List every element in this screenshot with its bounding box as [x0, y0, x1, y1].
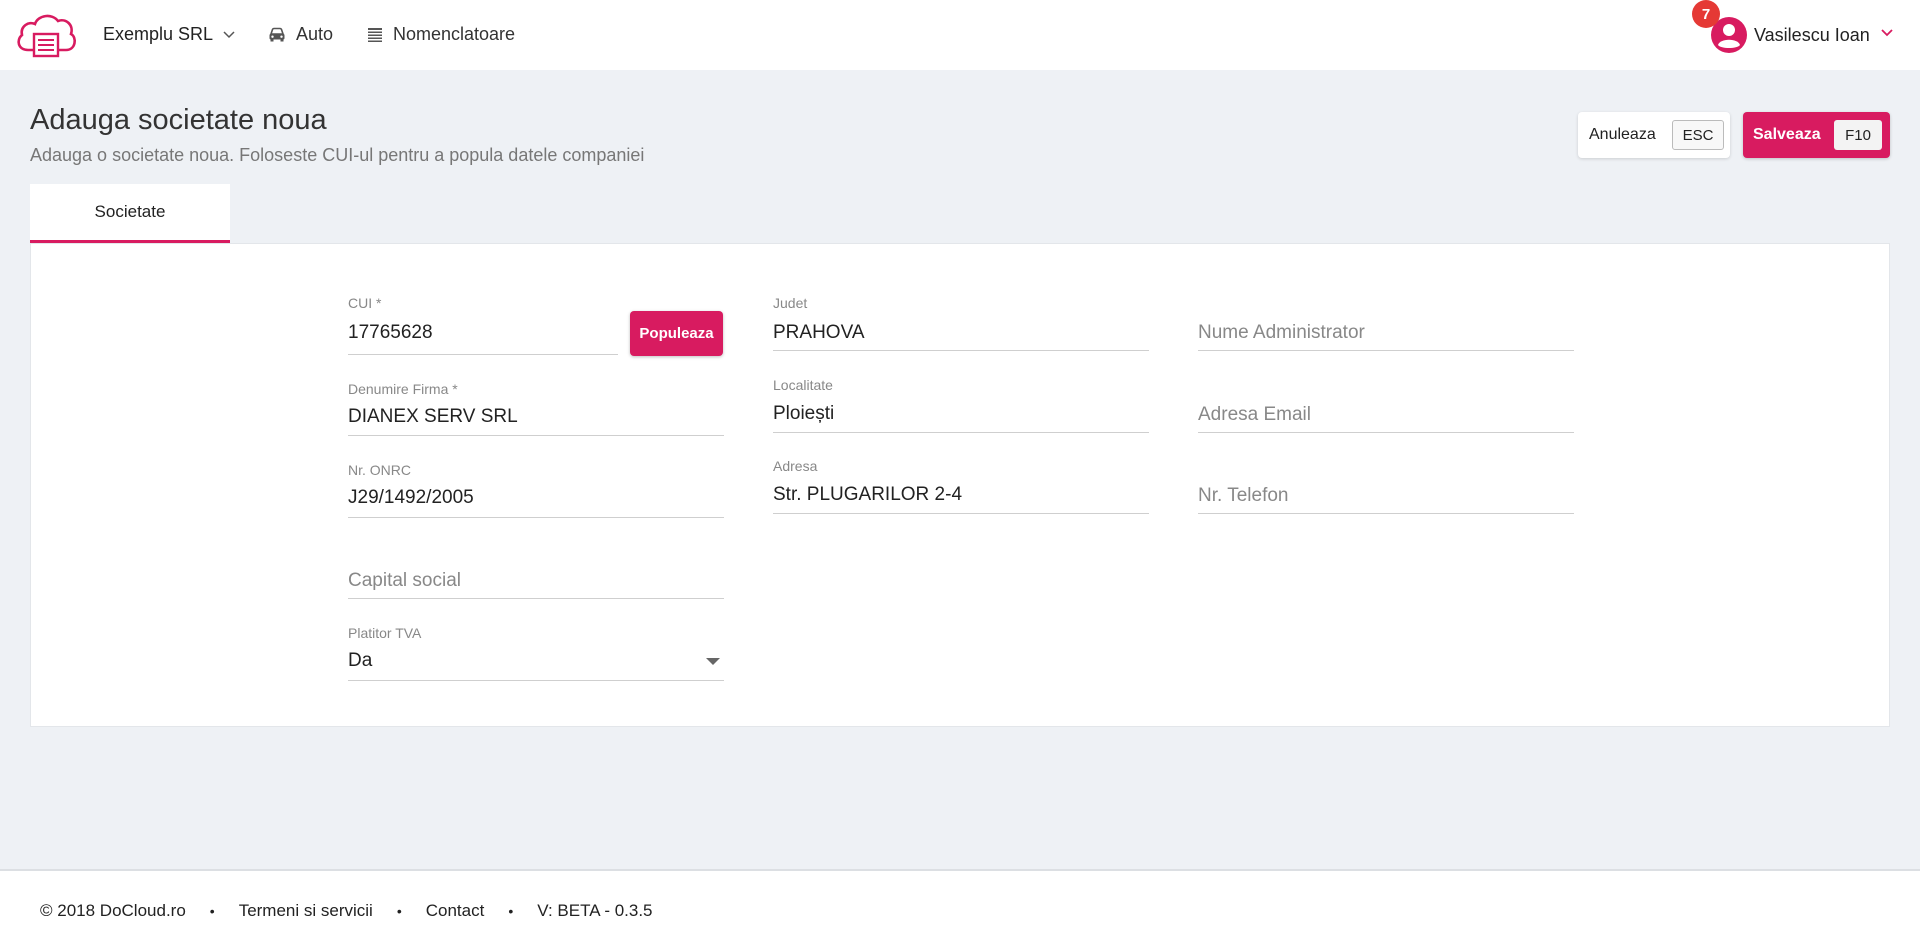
judet-value: PRAHOVA: [773, 322, 865, 343]
adresa-label: Adresa: [773, 458, 818, 474]
tab-societate[interactable]: Societate: [30, 184, 230, 243]
localitate-field[interactable]: Localitate Ploiești: [773, 374, 1149, 433]
terms-link[interactable]: Termeni si servicii: [239, 901, 373, 921]
cancel-label: Anuleaza: [1589, 126, 1656, 143]
copyright-text: © 2018 DoCloud.ro: [40, 901, 186, 920]
onrc-value: J29/1492/2005: [348, 487, 474, 508]
version-text: V: BETA - 0.3.5: [537, 901, 653, 920]
cloud-logo-icon[interactable]: [14, 10, 78, 62]
email-placeholder: Adresa Email: [1198, 404, 1311, 425]
user-menu[interactable]: Vasilescu Ioan: [1710, 12, 1870, 58]
phone-field[interactable]: Nr. Telefon: [1198, 475, 1574, 514]
footer-row: © 2018 DoCloud.ro • Termeni si servicii …: [40, 901, 653, 921]
administrator-placeholder: Nume Administrator: [1198, 322, 1365, 343]
notification-badge[interactable]: 7: [1692, 0, 1720, 28]
phone-placeholder: Nr. Telefon: [1198, 485, 1289, 506]
nav-nomenclatoare-label: Nomenclatoare: [393, 24, 516, 44]
page-title: Adauga societate noua: [30, 104, 327, 136]
company-name: Exemplu SRL: [103, 24, 214, 44]
chevron-down-icon: [223, 30, 235, 38]
judet-label: Judet: [773, 295, 808, 311]
footer-separator: •: [396, 903, 402, 919]
top-bar: Exemplu SRL Auto Nomenclatoare Vasilescu…: [0, 0, 1920, 70]
company-name-label: Denumire Firma *: [348, 381, 458, 397]
localitate-label: Localitate: [773, 377, 833, 393]
chevron-down-icon[interactable]: [1880, 26, 1894, 40]
tva-select[interactable]: Platitor TVA Da: [348, 622, 724, 681]
footer-separator: •: [209, 903, 215, 919]
car-icon: [269, 27, 285, 41]
cui-field[interactable]: CUI * 17765628: [348, 292, 618, 355]
footer-separator: •: [508, 903, 514, 919]
contact-link[interactable]: Contact: [426, 901, 485, 921]
save-label: Salveaza: [1753, 126, 1821, 143]
company-name-value: DIANEX SERV SRL: [348, 406, 518, 427]
list-icon: [368, 27, 382, 42]
email-field[interactable]: Adresa Email: [1198, 394, 1574, 433]
adresa-value: Str. PLUGARILOR 2-4: [773, 484, 963, 505]
populate-button[interactable]: Populeaza: [630, 311, 723, 356]
nav-auto-label: Auto: [296, 24, 334, 44]
capital-placeholder: Capital social: [348, 570, 461, 591]
cui-value: 17765628: [348, 322, 433, 343]
save-button[interactable]: Salveaza F10: [1743, 112, 1890, 158]
localitate-value: Ploiești: [773, 403, 835, 424]
esc-shortcut-key: ESC: [1672, 120, 1724, 150]
cancel-button[interactable]: Anuleaza ESC: [1578, 112, 1730, 158]
onrc-field[interactable]: Nr. ONRC J29/1492/2005: [348, 459, 724, 518]
capital-field[interactable]: Capital social: [348, 560, 724, 599]
adresa-field[interactable]: Adresa Str. PLUGARILOR 2-4: [773, 455, 1149, 514]
footer: © 2018 DoCloud.ro • Termeni si servicii …: [0, 869, 1920, 952]
administrator-field[interactable]: Nume Administrator: [1198, 312, 1574, 351]
nav-nomenclatoare[interactable]: Nomenclatoare: [367, 24, 515, 45]
user-name: Vasilescu Ioan: [1754, 24, 1870, 45]
company-name-field[interactable]: Denumire Firma * DIANEX SERV SRL: [348, 377, 724, 436]
judet-field[interactable]: Judet PRAHOVA: [773, 292, 1149, 351]
cui-label: CUI *: [348, 295, 382, 311]
company-selector[interactable]: Exemplu SRL: [103, 24, 235, 45]
page-subtitle: Adauga o societate noua. Foloseste CUI-u…: [30, 145, 645, 165]
tva-label: Platitor TVA: [348, 625, 422, 641]
tva-value: Da: [348, 650, 373, 671]
caret-down-icon: [706, 658, 720, 665]
f10-shortcut-key: F10: [1834, 120, 1882, 150]
onrc-label: Nr. ONRC: [348, 462, 411, 478]
nav-auto[interactable]: Auto: [268, 24, 333, 45]
